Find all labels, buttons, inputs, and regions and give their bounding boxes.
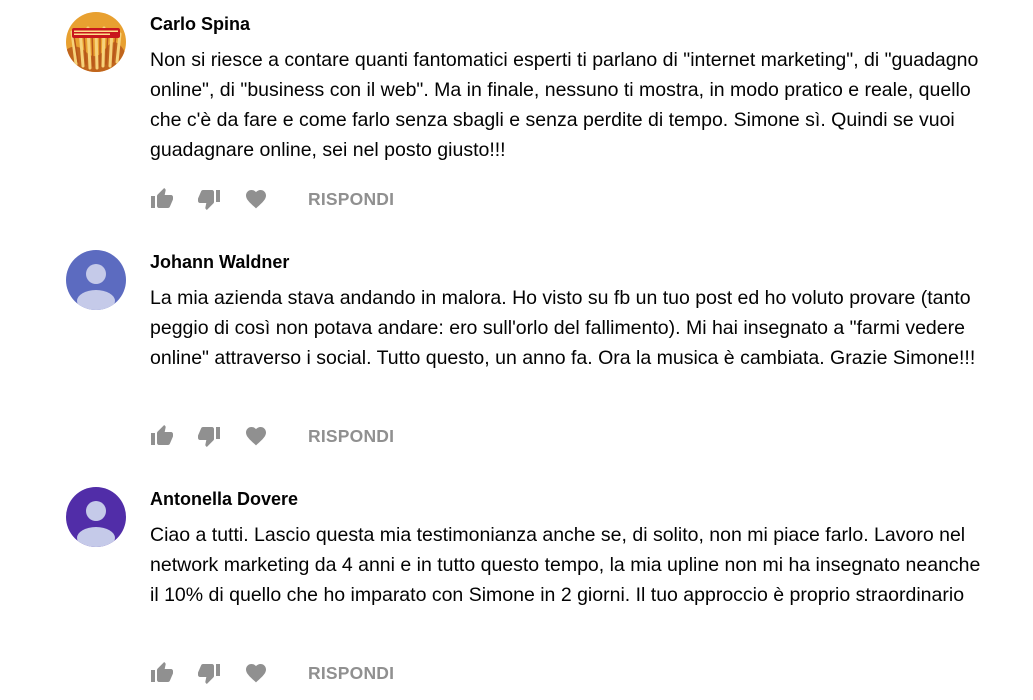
avatar[interactable]: [66, 487, 126, 547]
thumb-up-icon[interactable]: [150, 661, 174, 685]
comment-actions: RISPONDI: [150, 659, 394, 687]
comment-author[interactable]: Antonella Dovere: [150, 489, 298, 510]
comment-actions: RISPONDI: [150, 422, 394, 450]
reply-button[interactable]: RISPONDI: [308, 426, 394, 447]
comment-text: La mia azienda stava andando in malora. …: [150, 287, 976, 369]
thumb-down-icon[interactable]: [197, 187, 221, 211]
thumb-up-icon[interactable]: [150, 187, 174, 211]
avatar[interactable]: [66, 12, 126, 72]
heart-icon[interactable]: [244, 187, 268, 211]
comment-text: Non si riesce a contare quanti fantomati…: [150, 49, 979, 161]
comment-author[interactable]: Johann Waldner: [150, 252, 289, 273]
thumb-down-icon[interactable]: [197, 424, 221, 448]
comment-text: Ciao a tutti. Lascio questa mia testimon…: [150, 524, 981, 606]
heart-icon[interactable]: [244, 661, 268, 685]
thumb-up-icon[interactable]: [150, 424, 174, 448]
heart-icon[interactable]: [244, 424, 268, 448]
avatar[interactable]: [66, 250, 126, 310]
comment-author[interactable]: Carlo Spina: [150, 14, 250, 35]
thumb-down-icon[interactable]: [197, 661, 221, 685]
comment-actions: RISPONDI: [150, 185, 394, 213]
reply-button[interactable]: RISPONDI: [308, 663, 394, 684]
reply-button[interactable]: RISPONDI: [308, 189, 394, 210]
